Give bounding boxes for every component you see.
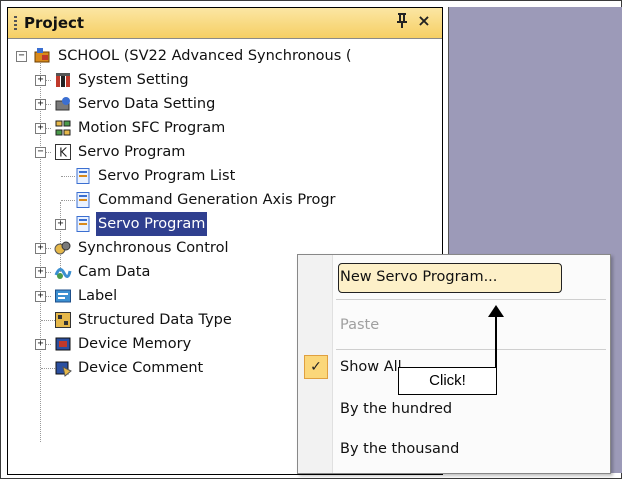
expand-toggle[interactable]: + <box>35 339 46 350</box>
expand-toggle[interactable]: + <box>35 99 46 110</box>
menu-item-paste[interactable]: Paste <box>340 317 379 333</box>
tree-item-label: Servo Program List <box>98 168 236 184</box>
tree-item-label: Cam Data <box>78 264 151 280</box>
menu-item-label: Show All <box>340 359 402 375</box>
pin-button[interactable] <box>393 11 411 33</box>
program-list-icon <box>76 168 90 184</box>
cam-data-icon <box>54 268 72 279</box>
label-icon <box>55 289 71 303</box>
tree-item-label: Structured Data Type <box>78 312 232 328</box>
menu-item-show-all[interactable]: Show All <box>340 359 402 375</box>
panel-title: Project <box>24 14 85 32</box>
tree-item-label: Synchronous Control <box>78 240 229 256</box>
window-frame: Project × − SCHOOL (SV22 Advanced Synchr… <box>0 0 622 479</box>
tree-item-label-text: Label <box>78 288 118 304</box>
device-comment-icon <box>55 361 72 377</box>
expand-toggle[interactable]: + <box>35 75 46 86</box>
expand-toggle[interactable]: + <box>35 267 46 278</box>
drag-grip-icon[interactable] <box>14 16 17 31</box>
expand-toggle[interactable]: + <box>35 291 46 302</box>
click-callout: Click! <box>398 367 497 395</box>
program-list-icon <box>76 216 90 232</box>
collapse-toggle[interactable]: − <box>35 147 46 158</box>
menu-item-by-the-thousand[interactable]: By the thousand <box>340 441 459 457</box>
arrow-line <box>495 313 497 369</box>
program-list-icon <box>76 192 90 208</box>
menu-item-label: By the hundred <box>340 401 453 417</box>
expand-toggle[interactable]: + <box>55 219 66 230</box>
context-menu: New Servo Program... Paste ✓ Show All By… <box>297 254 611 474</box>
structured-data-icon <box>55 312 71 328</box>
servo-data-icon <box>55 97 70 111</box>
checkmark-icon: ✓ <box>304 355 328 379</box>
expand-toggle[interactable]: + <box>35 243 46 254</box>
menu-item-label: New Servo Program... <box>340 269 498 285</box>
project-root-icon <box>34 48 50 63</box>
menu-item-new-servo-program[interactable]: New Servo Program... <box>340 269 497 285</box>
close-button[interactable]: × <box>415 11 433 33</box>
sync-control-icon <box>54 241 71 255</box>
close-icon: × <box>417 11 431 30</box>
pin-icon <box>397 13 407 28</box>
tree-root-label: SCHOOL (SV22 Advanced Synchronous ( <box>58 48 352 64</box>
svg-text:K: K <box>59 146 68 160</box>
menu-item-by-the-hundred[interactable]: By the hundred <box>340 401 452 417</box>
device-memory-icon <box>55 337 71 351</box>
expand-toggle[interactable]: + <box>35 123 46 134</box>
tree-item-label: Device Comment <box>78 360 204 376</box>
tree-item-label: System Setting <box>78 72 189 88</box>
tree-item-label: Servo Program <box>78 144 186 160</box>
tree-item-label: Device Memory <box>78 336 192 352</box>
servo-program-folder-icon: K <box>55 144 71 160</box>
menu-item-label: Paste <box>340 317 380 333</box>
tree-item-label: Motion SFC Program <box>78 120 226 136</box>
tree-item-label: Command Generation Axis Progr <box>98 192 336 208</box>
sfc-program-icon <box>55 120 71 136</box>
panel-header: Project × <box>8 8 442 39</box>
tree-item-label-selected: Servo Program <box>96 212 208 236</box>
system-setting-icon <box>56 73 70 87</box>
tree-item-label: Servo Data Setting <box>78 96 216 112</box>
menu-item-label: By the thousand <box>340 441 460 457</box>
collapse-toggle[interactable]: − <box>16 51 27 62</box>
